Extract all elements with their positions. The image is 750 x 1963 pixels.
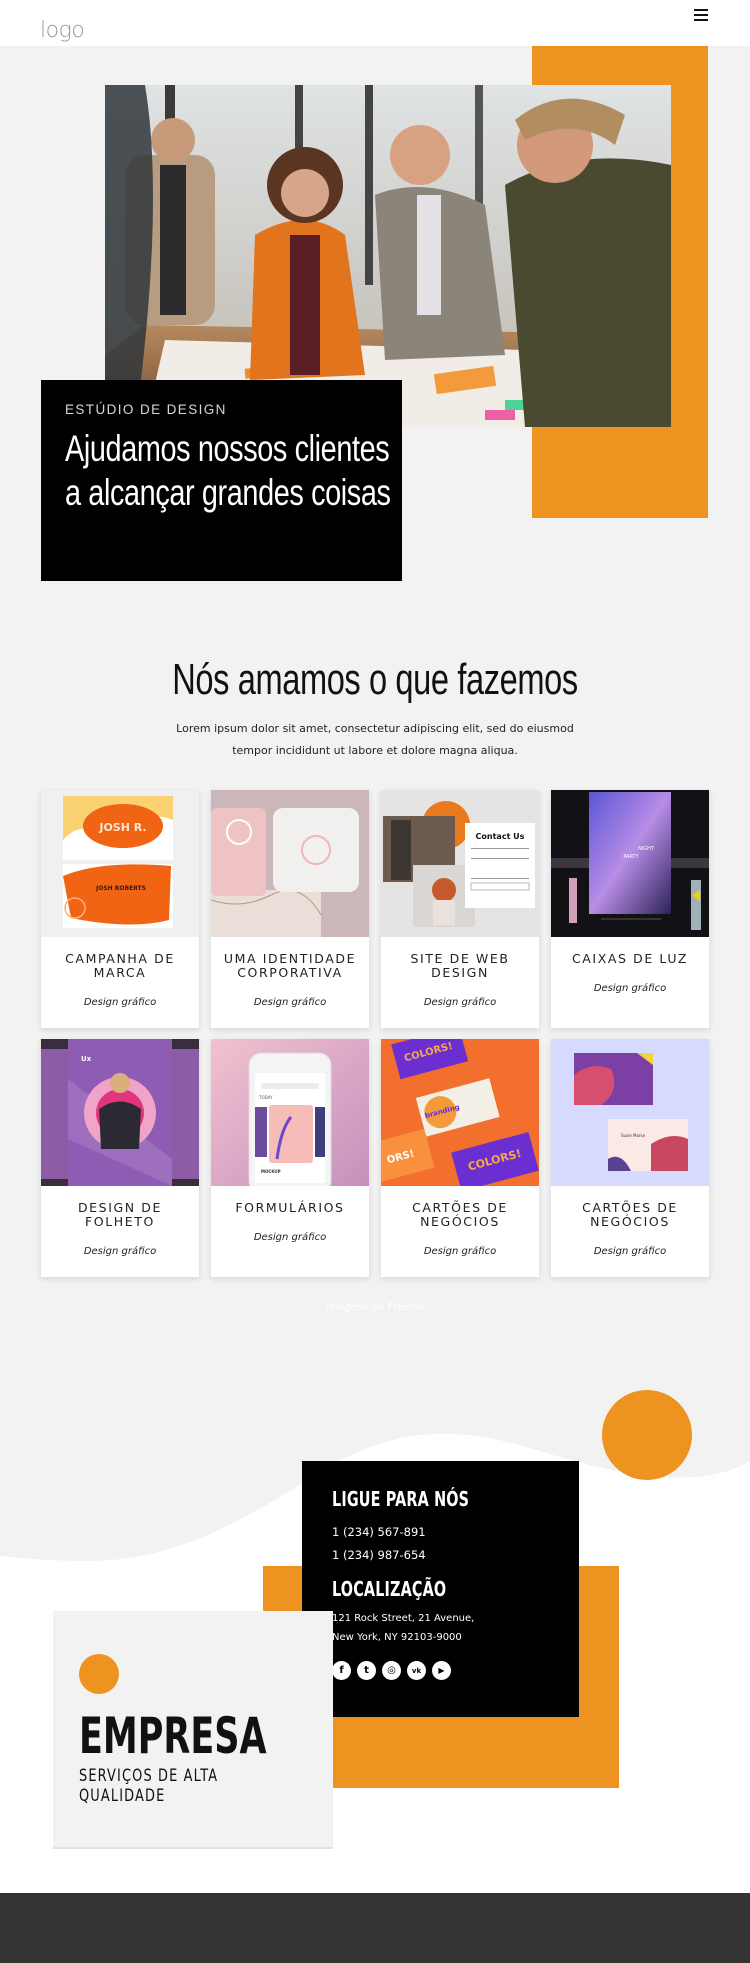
card-title: FORMULÁRIOS	[235, 1200, 345, 1215]
service-card[interactable]: NIGHT PARTY CAIXAS DE LUZ Design gráfico	[551, 790, 709, 1028]
card-subtitle: Design gráfico	[83, 997, 157, 1008]
card-subtitle: Design gráfico	[253, 1232, 327, 1243]
card-subtitle: Design gráfico	[83, 1246, 157, 1257]
card-image: COLORS! branding COLORS! ORS!	[381, 1039, 539, 1186]
service-card[interactable]: Ux DESIGN DE FOLHETO Design gráfico	[41, 1039, 199, 1277]
card-title: CARTÕES DE NEGÓCIOS	[582, 1200, 678, 1229]
card-subtitle: Design gráfico	[593, 1246, 667, 1257]
youtube-icon[interactable]: ▶	[432, 1661, 451, 1680]
contact-box: LIGUE PARA NÓS 1 (234) 567-891 1 (234) 9…	[302, 1461, 579, 1717]
service-card[interactable]: UMA IDENTIDADE CORPORATIVA Design gráfic…	[211, 790, 369, 1028]
site-header: logo	[0, 0, 750, 46]
decorative-orange-rect-left	[263, 1566, 305, 1611]
card-title: CAIXAS DE LUZ	[571, 951, 689, 966]
svg-text:Contact Us: Contact Us	[476, 832, 525, 841]
card-image: Susie Marse	[551, 1039, 709, 1186]
card-image	[211, 790, 369, 937]
decorative-orange-circle	[602, 1390, 692, 1480]
card-title: SITE DE WEB DESIGN	[410, 951, 510, 980]
svg-text:NIGHT: NIGHT	[638, 846, 655, 852]
twitter-icon[interactable]: t	[357, 1661, 376, 1680]
card-title: UMA IDENTIDADE CORPORATIVA	[223, 951, 357, 980]
svg-text:Ux: Ux	[81, 1055, 92, 1063]
card-subtitle: Design gráfico	[593, 983, 667, 994]
service-card[interactable]: TODAY MOCKUP FORMULÁRIOS Design gráfico	[211, 1039, 369, 1277]
company-box: EMPRESA SERVIÇOS DE ALTA QUALIDADE	[53, 1611, 333, 1849]
service-card[interactable]: Susie Marse CARTÕES DE NEGÓCIOS Design g…	[551, 1039, 709, 1277]
call-heading: LIGUE PARA NÓS	[332, 1487, 470, 1511]
company-dot	[79, 1654, 119, 1694]
card-subtitle: Design gráfico	[423, 1246, 497, 1257]
card-title: CAMPANHA DE MARCA	[65, 951, 175, 980]
instagram-icon[interactable]: ◎	[382, 1661, 401, 1680]
card-image: NIGHT PARTY	[551, 790, 709, 937]
facebook-icon[interactable]: f	[332, 1661, 351, 1680]
service-card[interactable]: Contact Us SITE DE WEB DESIGN Design grá…	[381, 790, 539, 1028]
svg-text:MOCKUP: MOCKUP	[261, 1169, 281, 1174]
services-title-text: Nós amamos o que fazemos	[172, 655, 578, 704]
address-line: 121 Rock Street, 21 Avenue,	[332, 1613, 475, 1624]
services-description: Lorem ipsum dolor sit amet, consectetur …	[176, 722, 574, 757]
service-card[interactable]: COLORS! branding COLORS! ORS! CARTÕES DE…	[381, 1039, 539, 1277]
address-line: New York, NY 92103-9000	[332, 1632, 462, 1643]
company-name: EMPRESA	[79, 1707, 267, 1765]
footer	[0, 1893, 750, 1963]
card-title: DESIGN DE FOLHETO	[77, 1200, 163, 1229]
hero-title: Ajudamos nossos clientes a alcançar gran…	[65, 428, 391, 513]
svg-text:JOSH R.: JOSH R.	[98, 821, 146, 834]
service-card[interactable]: JOSH R. JOSH ROBERTS CAMPANHA DE MARCA D…	[41, 790, 199, 1028]
hero-image	[105, 85, 671, 427]
phone-number[interactable]: 1 (234) 987-654	[332, 1544, 549, 1567]
svg-text:PARTY: PARTY	[623, 854, 639, 860]
image-credit-link[interactable]: Imagens de Freepik	[280, 1302, 470, 1313]
hero-text-box: ESTÚDIO DE DESIGN Ajudamos nossos client…	[41, 380, 402, 581]
svg-text:TODAY: TODAY	[258, 1095, 273, 1100]
phone-number[interactable]: 1 (234) 567-891	[332, 1521, 549, 1544]
card-image: Contact Us	[381, 790, 539, 937]
card-subtitle: Design gráfico	[423, 997, 497, 1008]
hamburger-menu-icon[interactable]	[692, 5, 712, 25]
location-heading: LOCALIZAÇÃO	[332, 1577, 447, 1601]
services-title: Nós amamos o que fazemos	[0, 655, 750, 705]
card-image: JOSH R. JOSH ROBERTS	[41, 790, 199, 937]
card-title: CARTÕES DE NEGÓCIOS	[412, 1200, 508, 1229]
svg-text:JOSH ROBERTS: JOSH ROBERTS	[95, 885, 146, 892]
svg-text:Susie Marse: Susie Marse	[621, 1133, 646, 1138]
vk-icon[interactable]: vk	[407, 1661, 426, 1680]
card-image: Ux	[41, 1039, 199, 1186]
social-links: f t ◎ vk ▶	[332, 1661, 549, 1680]
hero-kicker: ESTÚDIO DE DESIGN	[65, 402, 227, 417]
card-subtitle: Design gráfico	[253, 997, 327, 1008]
company-tagline: SERVIÇOS DE ALTA QUALIDADE	[79, 1766, 219, 1806]
logo[interactable]: logo	[40, 18, 85, 43]
card-image: TODAY MOCKUP	[211, 1039, 369, 1186]
